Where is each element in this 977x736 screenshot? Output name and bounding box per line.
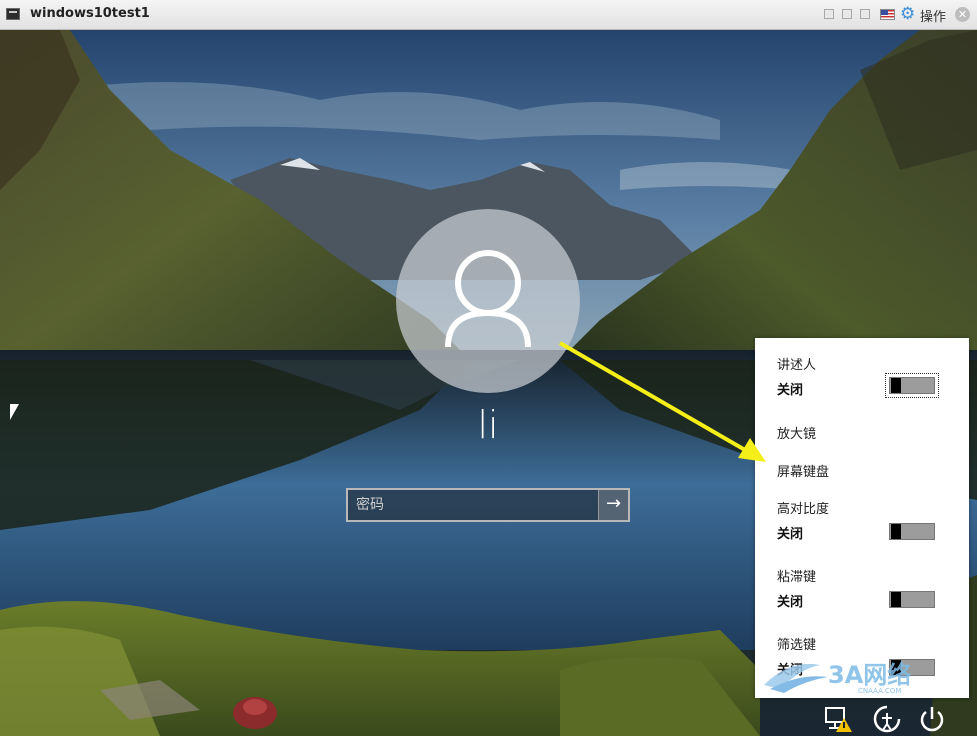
close-icon[interactable]: ✕: [955, 7, 970, 22]
ease-of-access-flyout: 讲述人 关闭 放大镜 屏幕键盘 高对比度 关闭 粘滞键 关闭 筛选键 关闭: [755, 338, 969, 698]
magnifier-item[interactable]: 放大镜: [777, 423, 816, 442]
svg-text:CNAAA.COM: CNAAA.COM: [858, 687, 901, 695]
user-avatar: [396, 209, 580, 393]
power-icon[interactable]: [917, 704, 947, 734]
narrator-label[interactable]: 讲述人: [777, 354, 816, 373]
password-input[interactable]: [348, 490, 598, 520]
high-contrast-state: 关闭: [777, 527, 804, 542]
us-flag-icon[interactable]: [880, 9, 895, 20]
ease-of-access-icon[interactable]: [872, 704, 902, 734]
user-icon: [445, 250, 531, 348]
app-console-icon: [6, 8, 20, 20]
window-mode-icon[interactable]: [824, 9, 834, 19]
svg-text:3A网络: 3A网络: [828, 661, 911, 689]
on-screen-keyboard-item[interactable]: 屏幕键盘: [777, 461, 829, 480]
high-contrast-label[interactable]: 高对比度: [777, 498, 829, 517]
window-title-bar: windows10test1 ⚙ 操作 ✕: [0, 0, 977, 30]
sticky-keys-label[interactable]: 粘滞键: [777, 566, 816, 585]
narrator-state: 关闭: [777, 383, 804, 398]
window-title: windows10test1: [30, 6, 150, 21]
gear-icon[interactable]: ⚙: [900, 4, 915, 24]
watermark-logo: 3A网络 CNAAA.COM: [764, 661, 911, 695]
mouse-cursor-icon: [10, 404, 19, 420]
restore-icon[interactable]: [842, 9, 852, 19]
password-box: →: [346, 488, 630, 522]
network-warning-icon[interactable]: [824, 704, 854, 734]
submit-button[interactable]: →: [598, 490, 628, 520]
sticky-keys-state: 关闭: [777, 595, 804, 610]
sticky-keys-toggle[interactable]: [889, 591, 935, 608]
username-label: li: [477, 403, 499, 447]
maximize-icon[interactable]: [860, 9, 870, 19]
filter-keys-label[interactable]: 筛选键: [777, 634, 816, 653]
high-contrast-toggle[interactable]: [889, 523, 935, 540]
arrow-right-icon: →: [605, 493, 622, 514]
narrator-toggle[interactable]: [885, 373, 939, 398]
operations-menu[interactable]: 操作: [920, 6, 946, 25]
